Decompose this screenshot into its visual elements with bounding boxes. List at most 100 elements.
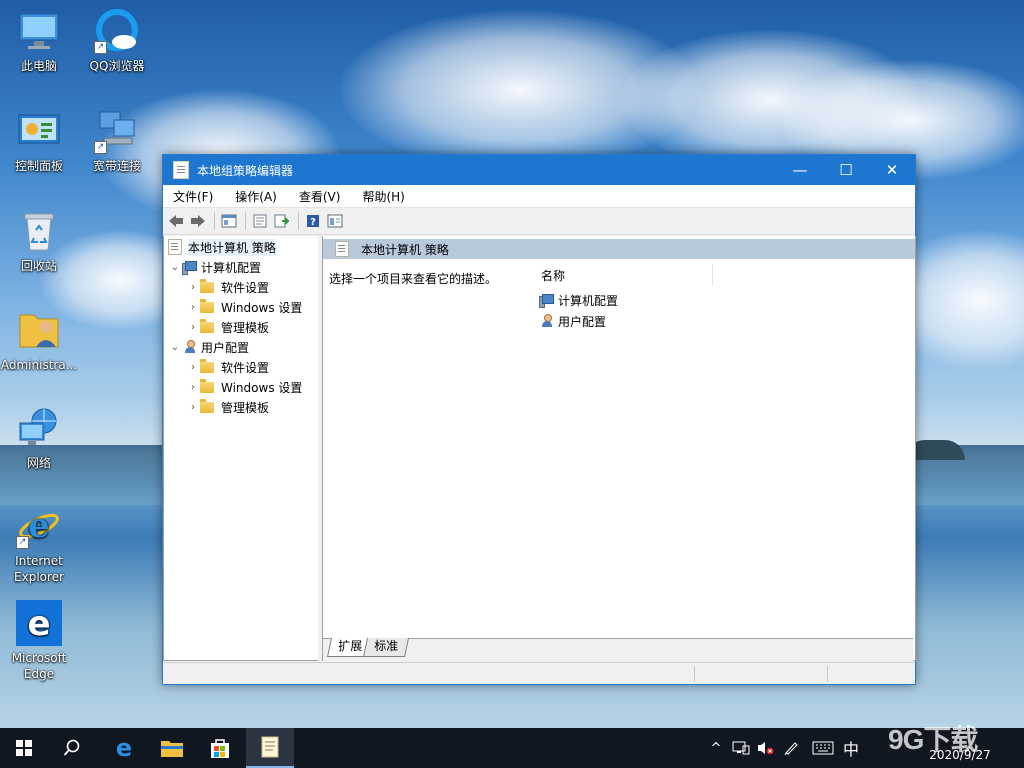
folder-icon: [200, 398, 214, 413]
volume-tray-button[interactable]: [754, 728, 776, 768]
svg-text:e: e: [28, 506, 50, 546]
folder-icon: [200, 378, 214, 393]
taskbar-group-policy-editor[interactable]: [246, 728, 294, 768]
desktop-icon-control-panel[interactable]: 控制面板: [0, 108, 78, 174]
menu-file[interactable]: 文件(F): [167, 188, 219, 205]
qq-browser-icon: ↗: [94, 8, 140, 54]
tree-item-local-computer-policy[interactable]: 本地计算机 策略: [164, 237, 318, 257]
desktop-icon-this-pc[interactable]: 此电脑: [0, 8, 78, 74]
desktop-icon-qq-browser[interactable]: ↗ QQ浏览器: [78, 8, 156, 74]
edge-icon: e: [16, 600, 62, 646]
tree-item-label: 软件设置: [221, 280, 270, 295]
start-button[interactable]: [0, 728, 48, 768]
tree-item-user-admin-templates[interactable]: › 管理模板: [164, 397, 318, 417]
taskbar-store[interactable]: [196, 728, 244, 768]
details-pane: 本地计算机 策略 选择一个项目来查看它的描述。 名称 计算机配置 用户配置 扩展…: [322, 236, 916, 661]
desktop-icon-edge[interactable]: e Microsoft Edge: [0, 600, 78, 682]
collapsed-chevron-icon[interactable]: ›: [186, 282, 200, 293]
search-icon: [63, 739, 80, 756]
minimize-button[interactable]: —: [777, 155, 823, 185]
shortcut-arrow-icon: ↗: [94, 141, 107, 154]
maximize-button[interactable]: ☐: [823, 155, 869, 185]
tree-item-computer-admin-templates[interactable]: › 管理模板: [164, 317, 318, 337]
collapsed-chevron-icon[interactable]: ›: [186, 302, 200, 313]
tree-item-label: Windows 设置: [221, 300, 303, 315]
collapsed-chevron-icon[interactable]: ›: [186, 382, 200, 393]
edge-icon: e: [116, 736, 132, 760]
desktop-icon-network[interactable]: 网络: [0, 405, 78, 471]
network-icon: [16, 405, 62, 451]
computer-configuration-icon: [539, 294, 554, 308]
collapsed-chevron-icon[interactable]: ›: [186, 322, 200, 333]
tree-item-user-windows-settings[interactable]: › Windows 设置: [164, 377, 318, 397]
extended-view-icon[interactable]: [325, 211, 345, 231]
tree-item-computer-software-settings[interactable]: › 软件设置: [164, 277, 318, 297]
close-button[interactable]: ✕: [869, 155, 915, 185]
tree-item-computer-windows-settings[interactable]: › Windows 设置: [164, 297, 318, 317]
folder-icon: [200, 318, 214, 333]
taskbar-file-explorer[interactable]: [148, 728, 196, 768]
ime-label: 中: [842, 740, 859, 759]
network-tray-icon: [732, 741, 750, 755]
desktop-icon-broadband[interactable]: ↗ 宽带连接: [78, 108, 156, 174]
shortcut-arrow-icon: ↗: [94, 41, 107, 54]
forward-arrow-icon[interactable]: [188, 211, 208, 231]
back-arrow-icon[interactable]: [166, 211, 186, 231]
show-hidden-icons-button[interactable]: ^: [706, 728, 726, 768]
list-item-label: 计算机配置: [558, 293, 619, 308]
desktop-icon-label: Microsoft Edge: [11, 651, 67, 681]
tree-item-label: Windows 设置: [221, 380, 303, 395]
file-explorer-icon: [161, 741, 183, 757]
tree-item-user-configuration[interactable]: ⌄ 用户配置: [164, 337, 318, 357]
properties-icon[interactable]: [250, 211, 270, 231]
menu-help[interactable]: 帮助(H): [356, 188, 410, 205]
tab-standard[interactable]: 标准: [362, 638, 410, 657]
menu-action[interactable]: 操作(A): [229, 188, 283, 205]
desktop-icon-label: 此电脑: [20, 59, 57, 73]
desktop-icon-recycle-bin[interactable]: 回收站: [0, 208, 78, 274]
policy-editor-app-icon: [173, 161, 189, 179]
pen-icon: [784, 742, 798, 756]
folder-icon: [200, 298, 214, 313]
navigation-tree: 本地计算机 策略 ⌄ 计算机配置 › 软件设置 › Windows 设置 › 管…: [163, 236, 319, 661]
desktop-icon-administrator[interactable]: Administra...: [0, 307, 78, 373]
input-method-indicator[interactable]: 中: [840, 728, 862, 768]
console-content: 本地计算机 策略 ⌄ 计算机配置 › 软件设置 › Windows 设置 › 管…: [163, 236, 916, 661]
svg-text:?: ?: [310, 217, 316, 228]
pen-workspace-button[interactable]: [780, 728, 802, 768]
site-watermark: 9G下载: [888, 718, 1022, 766]
network-tray-button[interactable]: [730, 728, 752, 768]
export-list-icon[interactable]: [272, 211, 292, 231]
expanded-chevron-icon[interactable]: ⌄: [168, 342, 182, 353]
store-icon: [211, 739, 229, 758]
menu-view[interactable]: 查看(V): [293, 188, 347, 205]
desktop-icon-label: Internet Explorer: [14, 554, 64, 584]
list-item-computer-configuration[interactable]: 计算机配置: [539, 290, 618, 310]
list-item-user-configuration[interactable]: 用户配置: [539, 311, 606, 331]
search-button[interactable]: [48, 728, 96, 768]
taskbar-edge[interactable]: e: [100, 728, 148, 768]
toolbar-separator: [245, 212, 246, 230]
tree-item-computer-configuration[interactable]: ⌄ 计算机配置: [164, 257, 318, 277]
column-header-name[interactable]: 名称: [535, 264, 713, 286]
tab-label: 扩展: [338, 639, 363, 653]
expanded-chevron-icon[interactable]: ⌄: [168, 262, 182, 273]
status-divider: [827, 666, 828, 682]
internet-explorer-icon: e ↗: [16, 503, 62, 549]
title-bar[interactable]: 本地组策略编辑器 — ☐ ✕: [163, 155, 915, 185]
shortcut-arrow-icon: ↗: [16, 536, 29, 549]
show-hide-tree-icon[interactable]: [219, 211, 239, 231]
window-title: 本地组策略编辑器: [197, 163, 294, 178]
tree-item-user-software-settings[interactable]: › 软件设置: [164, 357, 318, 377]
folder-icon: [200, 358, 214, 373]
desktop-icon-label: 控制面板: [14, 159, 63, 173]
touch-keyboard-button[interactable]: [810, 728, 836, 768]
collapsed-chevron-icon[interactable]: ›: [186, 402, 200, 413]
keyboard-icon: [812, 741, 834, 755]
help-icon[interactable]: ?: [303, 211, 323, 231]
toolbar: ?: [163, 208, 915, 235]
details-header: 本地计算机 策略: [323, 239, 915, 259]
desktop-icon-internet-explorer[interactable]: e ↗ Internet Explorer: [0, 503, 78, 585]
volume-muted-icon: [758, 742, 774, 755]
collapsed-chevron-icon[interactable]: ›: [186, 362, 200, 373]
